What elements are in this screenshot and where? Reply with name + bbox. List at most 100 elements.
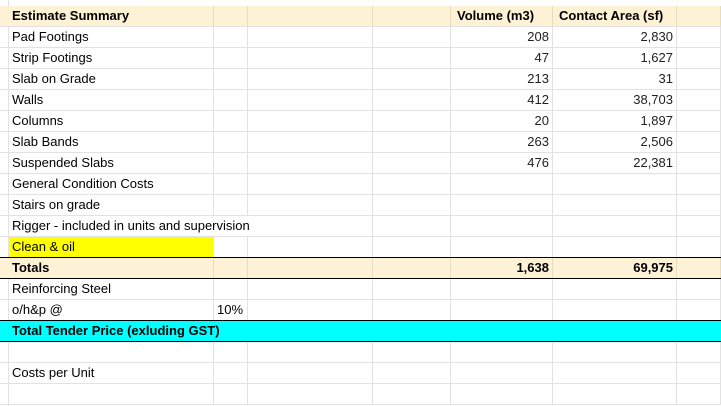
- row-volume[interactable]: 476: [451, 153, 553, 173]
- row-area[interactable]: [553, 174, 677, 194]
- cell-empty[interactable]: [373, 216, 451, 236]
- cell-empty[interactable]: [553, 384, 677, 404]
- cell-empty[interactable]: [248, 384, 373, 404]
- cell-empty[interactable]: [677, 27, 721, 47]
- cell-empty[interactable]: [248, 153, 373, 173]
- cell-empty[interactable]: [451, 363, 553, 383]
- cell-empty[interactable]: [373, 90, 451, 110]
- row-label[interactable]: General Condition Costs: [9, 174, 214, 194]
- costs-per-unit-label[interactable]: Costs per Unit: [9, 363, 214, 383]
- cell-empty[interactable]: [373, 132, 451, 152]
- cell-empty[interactable]: [214, 174, 248, 194]
- cell-empty[interactable]: [214, 132, 248, 152]
- cell-empty[interactable]: [373, 69, 451, 89]
- cell-empty[interactable]: [248, 69, 373, 89]
- row-volume[interactable]: 208: [451, 27, 553, 47]
- cell-empty[interactable]: [677, 300, 721, 320]
- row-label[interactable]: Slab on Grade: [9, 69, 214, 89]
- cell-empty[interactable]: [677, 342, 721, 362]
- cell-empty[interactable]: [451, 384, 553, 404]
- cell-empty[interactable]: [677, 6, 721, 26]
- cell-empty[interactable]: [248, 27, 373, 47]
- cell-empty[interactable]: [248, 6, 373, 26]
- cell-empty[interactable]: [553, 363, 677, 383]
- cell-empty[interactable]: [677, 90, 721, 110]
- cell-empty[interactable]: [373, 27, 451, 47]
- cell-empty[interactable]: [677, 69, 721, 89]
- cell-empty[interactable]: [214, 258, 248, 278]
- cell-empty[interactable]: [248, 195, 373, 215]
- row-volume[interactable]: [451, 174, 553, 194]
- cell-empty[interactable]: [373, 384, 451, 404]
- row-area[interactable]: 2,830: [553, 27, 677, 47]
- cell-empty[interactable]: [248, 363, 373, 383]
- cell-volume-header[interactable]: Volume (m3): [451, 6, 553, 26]
- totals-area[interactable]: 69,975: [553, 258, 677, 278]
- cell-empty[interactable]: [677, 237, 721, 257]
- cell-empty[interactable]: [373, 258, 451, 278]
- row-volume[interactable]: [451, 216, 553, 236]
- cell-empty[interactable]: [248, 258, 373, 278]
- cell-empty[interactable]: [677, 174, 721, 194]
- cell-empty[interactable]: [677, 195, 721, 215]
- row-volume[interactable]: [451, 237, 553, 257]
- cell-empty[interactable]: [373, 300, 451, 320]
- cell-empty[interactable]: [214, 69, 248, 89]
- cell-empty[interactable]: [248, 216, 373, 236]
- row-area[interactable]: [553, 195, 677, 215]
- ohp-percent[interactable]: 10%: [214, 300, 248, 320]
- cell-empty[interactable]: [373, 195, 451, 215]
- row-area[interactable]: 1,627: [553, 48, 677, 68]
- cell-empty[interactable]: [248, 342, 373, 362]
- cell-empty[interactable]: [214, 342, 248, 362]
- row-volume[interactable]: 263: [451, 132, 553, 152]
- cell-empty[interactable]: [373, 174, 451, 194]
- cell-empty[interactable]: [451, 300, 553, 320]
- cell-empty[interactable]: [248, 279, 373, 299]
- cell-empty[interactable]: [214, 90, 248, 110]
- row-area[interactable]: 2,506: [553, 132, 677, 152]
- cell-empty[interactable]: [451, 342, 553, 362]
- ohp-label[interactable]: o/h&p @: [9, 300, 214, 320]
- cell-empty[interactable]: [214, 195, 248, 215]
- row-label[interactable]: Strip Footings: [9, 48, 214, 68]
- cell-empty[interactable]: [248, 90, 373, 110]
- cell-empty[interactable]: [248, 174, 373, 194]
- row-label[interactable]: Walls: [9, 90, 214, 110]
- cell-empty[interactable]: [248, 111, 373, 131]
- cell-empty[interactable]: [214, 27, 248, 47]
- cell-empty[interactable]: [553, 279, 677, 299]
- totals-volume[interactable]: 1,638: [451, 258, 553, 278]
- row-label[interactable]: Rigger - included in units and supervisi…: [9, 216, 250, 236]
- cell-empty[interactable]: [553, 300, 677, 320]
- cell-empty[interactable]: [677, 216, 721, 236]
- cell-empty[interactable]: [9, 342, 214, 362]
- row-volume[interactable]: [451, 195, 553, 215]
- cell-empty[interactable]: [553, 342, 677, 362]
- cell-empty[interactable]: [677, 384, 721, 404]
- row-area[interactable]: [553, 237, 677, 257]
- row-area[interactable]: 1,897: [553, 111, 677, 131]
- row-volume[interactable]: 20: [451, 111, 553, 131]
- cell-empty[interactable]: [373, 48, 451, 68]
- cell-empty[interactable]: [214, 279, 248, 299]
- row-area[interactable]: [553, 216, 677, 236]
- cell-estimate-summary[interactable]: Estimate Summary: [9, 6, 214, 26]
- row-label[interactable]: Suspended Slabs: [9, 153, 214, 173]
- cell-empty[interactable]: [677, 258, 721, 278]
- cell-empty[interactable]: [373, 6, 451, 26]
- cell-empty[interactable]: [451, 279, 553, 299]
- cell-empty[interactable]: [373, 279, 451, 299]
- row-volume[interactable]: 47: [451, 48, 553, 68]
- row-label[interactable]: Stairs on grade: [9, 195, 214, 215]
- cell-empty[interactable]: [214, 48, 248, 68]
- cell-empty[interactable]: [373, 363, 451, 383]
- cell-empty[interactable]: [214, 363, 248, 383]
- cell-empty[interactable]: [677, 363, 721, 383]
- reinforcing-steel-label[interactable]: Reinforcing Steel: [9, 279, 214, 299]
- row-volume[interactable]: 213: [451, 69, 553, 89]
- cell-empty[interactable]: [677, 111, 721, 131]
- cell-area-header[interactable]: Contact Area (sf): [553, 6, 677, 26]
- cell-empty[interactable]: [248, 237, 373, 257]
- row-area[interactable]: 22,381: [553, 153, 677, 173]
